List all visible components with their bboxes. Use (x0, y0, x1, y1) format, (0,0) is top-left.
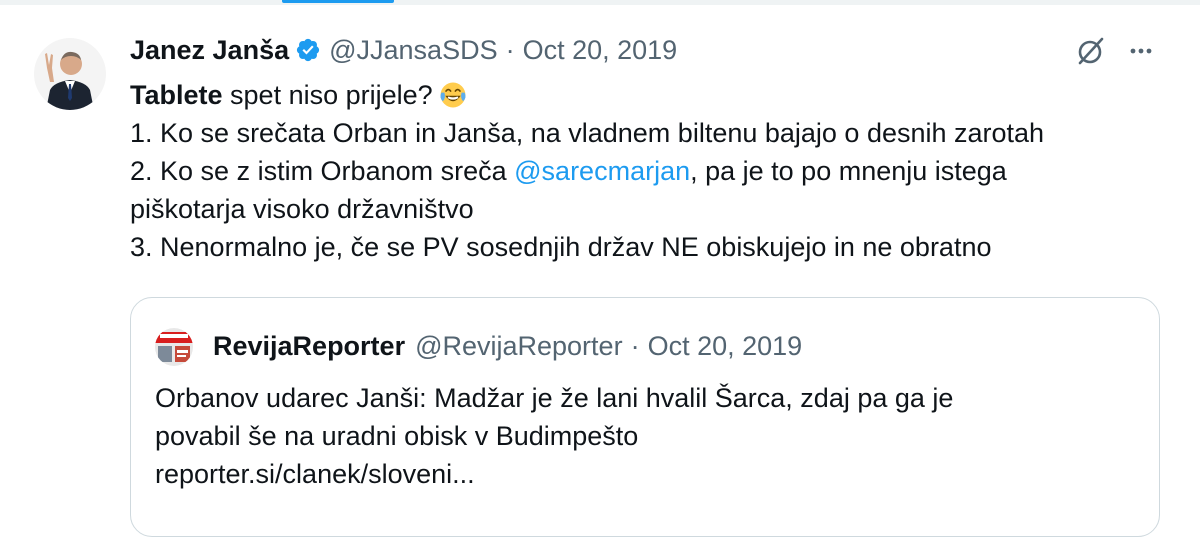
grok-icon (1078, 37, 1104, 65)
top-divider (0, 0, 1200, 5)
header-separator: · (505, 34, 515, 65)
verified-badge-icon[interactable] (295, 37, 321, 63)
tweet-line-1: Tablete spet niso prijele? (130, 76, 1170, 114)
quoted-author-handle[interactable]: @RevijaReporter (415, 331, 622, 362)
quoted-tweet-card[interactable]: RevijaReporter @RevijaReporter · Oct 20,… (130, 297, 1160, 537)
face-with-tears-of-joy-emoji (440, 82, 466, 108)
tweet-text: Tablete spet niso prijele? 1. Ko se sreč… (130, 76, 1170, 266)
quoted-tweet-header: RevijaReporter @RevijaReporter · Oct 20,… (213, 327, 802, 365)
more-dots-icon (1130, 48, 1152, 54)
grok-button[interactable] (1074, 34, 1108, 68)
active-tab-indicator (282, 0, 394, 3)
tweet-line-5: 3. Nenormalno je, če se PV sosednjih drž… (130, 232, 992, 262)
quoted-author-name[interactable]: RevijaReporter (213, 331, 405, 362)
tweet-line-1-text: spet niso prijele? (222, 80, 433, 110)
tweet-line-3-after: , pa je to po mnenju istega (690, 156, 1007, 186)
quoted-tweet-text: Orbanov udarec Janši: Madžar je že lani … (155, 379, 1135, 493)
quoted-line-1: Orbanov udarec Janši: Madžar je že lani … (155, 383, 954, 413)
quoted-line-2: povabil še na uradni obisk v Budimpešto (155, 421, 639, 451)
tweet-date[interactable]: Oct 20, 2019 (523, 35, 678, 66)
tweet-line-4: piškotarja visoko državništvo (130, 194, 474, 224)
tweet-line-3-before: 2. Ko se z istim Orbanom sreča (130, 156, 515, 186)
quoted-tweet-date[interactable]: Oct 20, 2019 (648, 331, 803, 362)
author-avatar[interactable] (34, 38, 106, 110)
mention-link[interactable]: @sarecmarjan (514, 156, 690, 186)
tweet-line-2: 1. Ko se srečata Orban in Janša, na vlad… (130, 118, 1045, 148)
more-options-button[interactable] (1124, 34, 1158, 68)
quoted-author-avatar[interactable] (155, 328, 193, 366)
tweet-header: Janez Janša @JJansaSDS · Oct 20, 2019 (130, 31, 677, 69)
author-handle[interactable]: @JJansaSDS (329, 35, 497, 66)
author-display-name[interactable]: Janez Janša (130, 35, 289, 66)
quoted-header-separator: · (630, 330, 640, 361)
avatar-photo (34, 38, 106, 110)
reporter-logo-icon (155, 328, 193, 366)
tweet-line-3: 2. Ko se z istim Orbanom sreča @sarecmar… (130, 152, 1170, 190)
quoted-link-text[interactable]: reporter.si/clanek/sloveni... (155, 455, 1135, 493)
tweet-bold-text: Tablete (130, 80, 223, 110)
